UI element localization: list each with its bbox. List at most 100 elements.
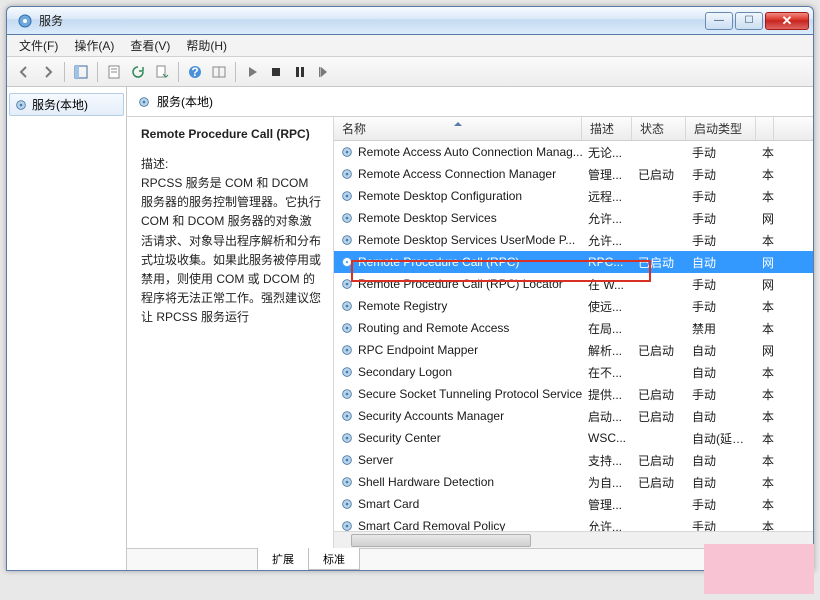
tab-extended[interactable]: 扩展 xyxy=(257,548,309,570)
service-name: Remote Access Auto Connection Manag... xyxy=(358,145,582,159)
start-service-button[interactable] xyxy=(241,61,263,83)
menu-view[interactable]: 查看(V) xyxy=(122,35,178,56)
service-row[interactable]: Remote Access Connection Manager管理...已启动… xyxy=(334,163,813,185)
tree-pane: 服务(本地) xyxy=(7,87,127,570)
service-name: Smart Card Removal Policy xyxy=(358,519,505,531)
service-row[interactable]: Security Accounts Manager启动...已启动自动本 xyxy=(334,405,813,427)
service-row[interactable]: RPC Endpoint Mapper解析...已启动自动网 xyxy=(334,339,813,361)
service-row[interactable]: Remote Desktop Services UserMode P...允许.… xyxy=(334,229,813,251)
service-name: Remote Procedure Call (RPC) Locator xyxy=(358,277,563,291)
service-desc: 允许... xyxy=(582,232,632,249)
service-start: 手动 xyxy=(686,386,756,403)
gear-icon xyxy=(340,233,354,247)
service-desc: 远程... xyxy=(582,188,632,205)
service-logon: 本 xyxy=(756,430,774,447)
service-logon: 网 xyxy=(756,210,774,227)
service-name: Secondary Logon xyxy=(358,365,452,379)
service-row[interactable]: Secure Socket Tunneling Protocol Service… xyxy=(334,383,813,405)
help-button[interactable]: ? xyxy=(184,61,206,83)
service-status: 已启动 xyxy=(632,474,686,491)
service-row[interactable]: Shell Hardware Detection为自...已启动自动本 xyxy=(334,471,813,493)
gear-icon xyxy=(340,145,354,159)
service-row[interactable]: Routing and Remote Access在局...禁用本 xyxy=(334,317,813,339)
service-row[interactable]: Remote Desktop Configuration远程...手动本 xyxy=(334,185,813,207)
service-row[interactable]: Smart Card Removal Policy允许...手动本 xyxy=(334,515,813,531)
service-name: RPC Endpoint Mapper xyxy=(358,343,478,357)
scrollbar-thumb[interactable] xyxy=(351,534,531,547)
service-name: Security Center xyxy=(358,431,441,445)
gear-icon xyxy=(340,277,354,291)
service-row[interactable]: Remote Desktop Services允许...手动网 xyxy=(334,207,813,229)
service-start: 手动 xyxy=(686,210,756,227)
service-status: 已启动 xyxy=(632,254,686,271)
service-name: Security Accounts Manager xyxy=(358,409,504,423)
tree-root-services[interactable]: 服务(本地) xyxy=(9,93,124,116)
export-button[interactable] xyxy=(151,61,173,83)
service-row[interactable]: Secondary Logon在不...自动本 xyxy=(334,361,813,383)
service-desc: WSC... xyxy=(582,431,632,445)
column-status[interactable]: 状态 xyxy=(632,117,686,140)
separator xyxy=(64,62,65,82)
service-logon: 网 xyxy=(756,276,774,293)
refresh-button[interactable] xyxy=(127,61,149,83)
forward-button[interactable] xyxy=(37,61,59,83)
service-name: Server xyxy=(358,453,393,467)
service-desc: 支持... xyxy=(582,452,632,469)
service-logon: 本 xyxy=(756,364,774,381)
service-row[interactable]: Server支持...已启动自动本 xyxy=(334,449,813,471)
back-button[interactable] xyxy=(13,61,35,83)
service-row[interactable]: Remote Access Auto Connection Manag...无论… xyxy=(334,141,813,163)
service-row[interactable]: Remote Procedure Call (RPC) Locator 在 W..… xyxy=(334,273,813,295)
description-label: 描述: xyxy=(141,155,323,172)
toggle-console-button[interactable] xyxy=(208,61,230,83)
service-start: 手动 xyxy=(686,518,756,532)
column-overflow[interactable] xyxy=(756,117,774,140)
menu-file[interactable]: 文件(F) xyxy=(11,35,66,56)
restart-service-button[interactable] xyxy=(313,61,335,83)
service-desc: 允许... xyxy=(582,210,632,227)
service-row[interactable]: Remote Procedure Call (RPC)RPC...已启动自动网 xyxy=(334,251,813,273)
service-status: 已启动 xyxy=(632,386,686,403)
selected-service-title: Remote Procedure Call (RPC) xyxy=(141,127,323,141)
column-desc[interactable]: 描述 xyxy=(582,117,632,140)
service-desc: 在 W... xyxy=(582,276,632,293)
column-name[interactable]: 名称 xyxy=(334,117,582,140)
service-name: Remote Registry xyxy=(358,299,447,313)
service-row[interactable]: Smart Card管理...手动本 xyxy=(334,493,813,515)
service-name: Shell Hardware Detection xyxy=(358,475,494,489)
services-grid: 名称 描述 状态 启动类型 Remote Access Auto Connect… xyxy=(333,117,813,548)
maximize-button[interactable]: ☐ xyxy=(735,12,763,30)
tab-standard[interactable]: 标准 xyxy=(308,548,360,570)
service-start: 自动 xyxy=(686,342,756,359)
column-start[interactable]: 启动类型 xyxy=(686,117,756,140)
stop-service-button[interactable] xyxy=(265,61,287,83)
service-start: 自动(延迟... xyxy=(686,430,756,447)
service-logon: 本 xyxy=(756,408,774,425)
show-hide-tree-button[interactable] xyxy=(70,61,92,83)
minimize-button[interactable]: — xyxy=(705,12,733,30)
pause-service-button[interactable] xyxy=(289,61,311,83)
service-start: 手动 xyxy=(686,232,756,249)
service-desc: 在不... xyxy=(582,364,632,381)
gear-icon xyxy=(137,95,151,109)
close-button[interactable]: ✕ xyxy=(765,12,809,30)
service-start: 手动 xyxy=(686,496,756,513)
service-desc: 提供... xyxy=(582,386,632,403)
menu-action[interactable]: 操作(A) xyxy=(66,35,122,56)
service-row[interactable]: Remote Registry使远...手动本 xyxy=(334,295,813,317)
gear-icon xyxy=(340,167,354,181)
gear-icon xyxy=(340,365,354,379)
grid-rows[interactable]: Remote Access Auto Connection Manag...无论… xyxy=(334,141,813,531)
properties-button[interactable] xyxy=(103,61,125,83)
service-desc: 启动... xyxy=(582,408,632,425)
titlebar[interactable]: 服务 — ☐ ✕ xyxy=(7,7,813,35)
separator xyxy=(97,62,98,82)
service-name: Remote Desktop Configuration xyxy=(358,189,522,203)
service-desc: 管理... xyxy=(582,496,632,513)
service-start: 自动 xyxy=(686,408,756,425)
service-row[interactable]: Security Center WSC... 自动(延迟...本 xyxy=(334,427,813,449)
service-logon: 本 xyxy=(756,496,774,513)
gear-icon xyxy=(340,387,354,401)
gear-icon xyxy=(340,475,354,489)
menu-help[interactable]: 帮助(H) xyxy=(178,35,235,56)
